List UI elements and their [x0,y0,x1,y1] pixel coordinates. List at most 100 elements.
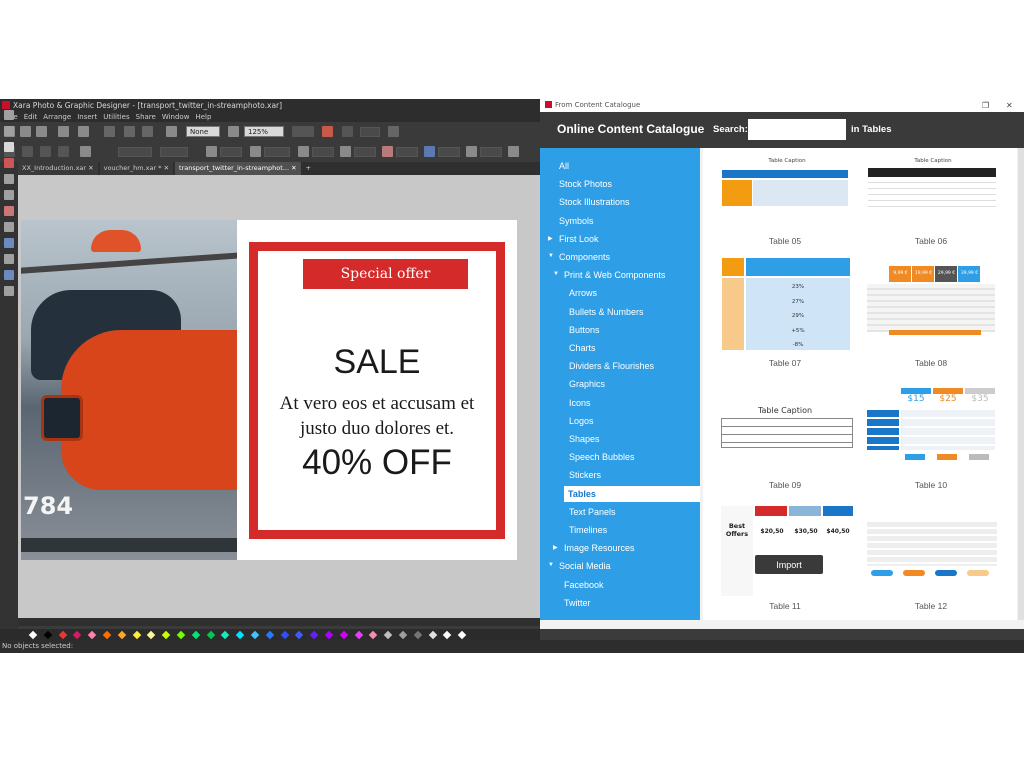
color-swatch[interactable] [43,630,53,640]
layers-icon[interactable] [342,126,353,137]
tree-item-logos[interactable]: Logos [569,413,594,429]
tree-item-social-media[interactable]: Social Media [559,558,611,574]
tree-item-dividers-flourishes[interactable]: Dividers & Flourishes [569,358,654,374]
color-swatch[interactable] [191,630,201,640]
step-forward-icon[interactable] [58,146,69,157]
color-swatch[interactable] [28,630,38,640]
save-icon[interactable] [36,126,47,137]
flag-outline-icon[interactable] [466,146,477,157]
copy-icon[interactable] [58,126,69,137]
close-tab-icon[interactable]: ✕ [289,164,296,172]
dropdown-box[interactable] [360,127,380,137]
doc-tab-0[interactable]: XX_Introduction.xar ✕ [18,162,98,175]
tree-item-stock-illustrations[interactable]: Stock Illustrations [559,194,630,210]
shape-tool-icon[interactable] [4,238,14,248]
close-tab-icon[interactable]: ✕ [86,164,93,172]
field-box-5[interactable] [312,147,334,157]
arrow-right-icon[interactable] [388,126,399,137]
color-swatch[interactable] [58,630,67,640]
caret-down-icon[interactable]: ▼ [548,253,554,259]
field-box-7[interactable] [396,147,418,157]
undo-icon[interactable] [124,126,135,137]
color-swatch[interactable] [443,630,452,640]
color-swatch[interactable] [132,630,141,640]
menu-item-window[interactable]: Window [162,113,190,121]
menu-item-help[interactable]: Help [195,113,211,121]
thumb-table-10[interactable]: $15 $25 $35 [863,388,999,468]
caret-right-icon[interactable]: ▶ [553,544,558,551]
selector-tool-icon[interactable] [4,110,14,120]
color-swatch[interactable] [102,630,112,640]
doc-tab-1[interactable]: voucher_hm.xar * ✕ [99,162,174,175]
tree-item-shapes[interactable]: Shapes [569,431,600,447]
color-palette[interactable] [0,629,540,640]
thumb-table-11[interactable]: Best Offers $20,50 $30,50 $40,50 [717,504,853,598]
close-icon[interactable]: ✕ [1006,99,1013,112]
color-swatch[interactable] [147,630,156,640]
sharpen-icon[interactable] [508,146,519,157]
tree-item-graphics[interactable]: Graphics [569,376,605,392]
special-offer-banner[interactable]: Special offer [303,259,468,289]
caret-down-icon[interactable]: ▼ [553,271,559,277]
color-swatch[interactable] [176,630,186,640]
design-page[interactable]: Special offer SALE At vero eos et accusa… [237,220,517,560]
tree-item-stock-photos[interactable]: Stock Photos [559,176,612,192]
color-swatch[interactable] [398,630,408,640]
tree-item-tables[interactable]: Tables [564,485,700,502]
flag-icon[interactable] [382,146,393,157]
crop-icon[interactable] [250,146,261,157]
tree-item-arrows[interactable]: Arrows [569,285,597,301]
tree-item-image-resources[interactable]: Image Resources [564,540,635,556]
color-swatch[interactable] [161,630,171,640]
color-swatch[interactable] [235,630,245,640]
thumb-table-06[interactable]: Table Caption [863,158,999,236]
redo-icon[interactable] [142,126,153,137]
color-swatch[interactable] [280,630,289,640]
color-swatch[interactable] [369,630,378,640]
fill-tool-icon[interactable] [4,206,14,216]
pen-tool-icon[interactable] [4,126,14,136]
shadow-tool-icon[interactable] [4,254,14,264]
color-swatch[interactable] [413,630,423,640]
thumb-table-12[interactable] [863,514,999,584]
menu-item-utilities[interactable]: Utilities [103,113,129,121]
eraser-tool-icon[interactable] [4,158,14,168]
color-swatch[interactable] [73,630,82,640]
menu-item-share[interactable]: Share [136,113,156,121]
caret-right-icon[interactable]: ▶ [548,235,553,242]
red-frame[interactable]: Special offer SALE At vero eos et accusa… [249,242,505,539]
contrast-icon[interactable] [206,146,217,157]
discount-text[interactable]: 40% OFF [258,443,496,483]
zoom-icon[interactable] [228,126,239,137]
color-swatch[interactable] [457,630,467,640]
import-button[interactable]: Import [755,555,823,574]
color-swatch[interactable] [206,630,215,640]
tree-item-facebook[interactable]: Facebook [564,577,604,593]
zoom-tool-side-icon[interactable] [4,286,14,296]
tree-item-all[interactable]: All [559,158,569,174]
step-back-icon[interactable] [22,146,33,157]
slider-icon[interactable] [292,126,314,137]
search-input[interactable] [748,119,846,140]
color-swatch[interactable] [87,630,97,640]
snap-magnet-icon[interactable] [322,126,333,137]
photo-tool-icon[interactable] [4,142,14,152]
field-box-1[interactable] [118,147,152,157]
tree-item-timelines[interactable]: Timelines [569,522,607,538]
menu-item-edit[interactable]: Edit [24,113,38,121]
tree-item-twitter[interactable]: Twitter [564,595,591,611]
tree-item-text-panels[interactable]: Text Panels [569,504,616,520]
tree-item-stickers[interactable]: Stickers [569,467,601,483]
color-swatch[interactable] [324,630,334,640]
color-swatch[interactable] [265,630,275,640]
paste-icon[interactable] [78,126,89,137]
quality-select[interactable]: None [186,126,220,137]
color-swatch[interactable] [383,630,393,640]
text-tool-icon[interactable] [4,190,14,200]
quality-icon[interactable] [166,126,177,137]
color-swatch[interactable] [428,630,437,640]
doc-tab-2[interactable]: transport_twitter_in-streamphot... ✕ [175,162,301,175]
color-swatch[interactable] [117,630,127,640]
open-icon[interactable] [20,126,31,137]
canvas-area[interactable]: 784 Special offer SALE At vero eos et ac… [18,175,540,618]
